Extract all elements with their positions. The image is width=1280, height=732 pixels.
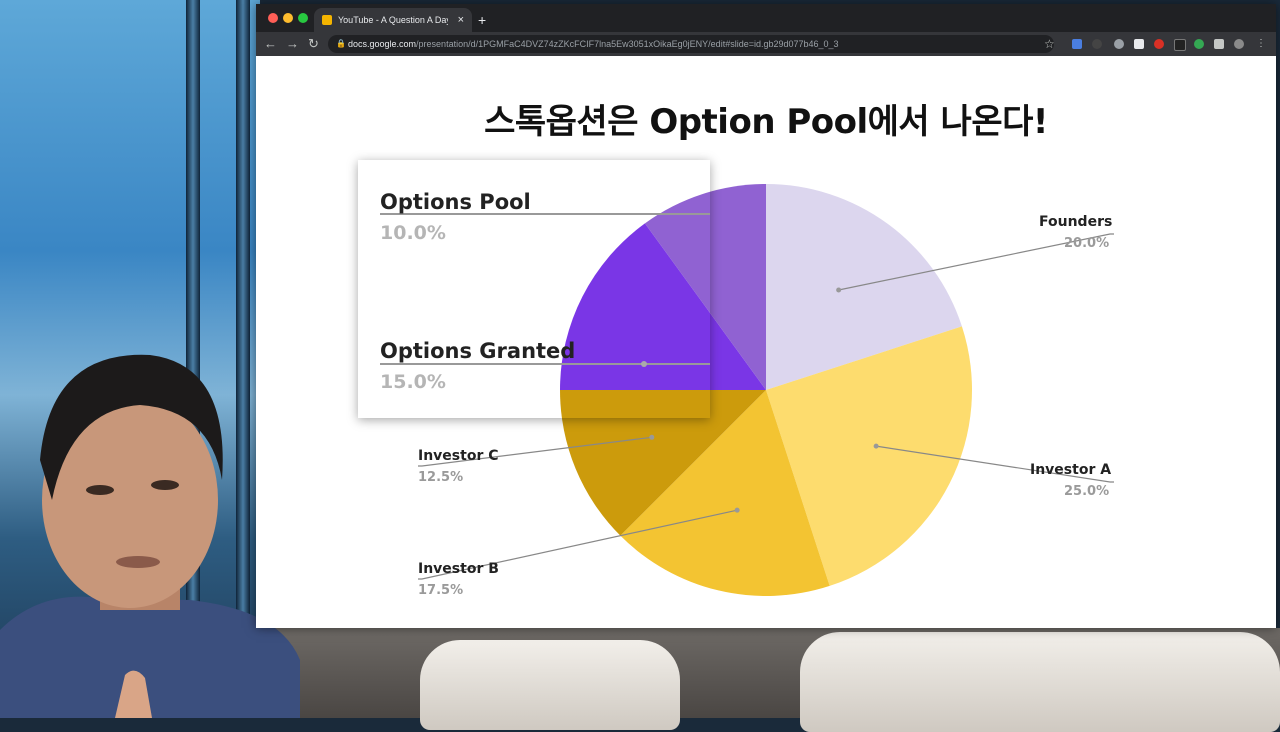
label-founders: Founders bbox=[1039, 214, 1113, 230]
extension-icon[interactable] bbox=[1194, 39, 1204, 49]
browser-window: YouTube - A Question A Day 1 × + ← → ↻ 🔒… bbox=[256, 4, 1276, 628]
tab-youtube[interactable]: YouTube - A Question A Day 1 × bbox=[314, 8, 472, 32]
lock-icon: 🔒 bbox=[336, 39, 346, 48]
avatar[interactable] bbox=[1234, 39, 1244, 49]
extension-icon[interactable] bbox=[1134, 39, 1144, 49]
maximize-window-button[interactable] bbox=[298, 13, 308, 23]
forward-button[interactable]: → bbox=[286, 32, 299, 56]
bookmark-star-icon[interactable]: ☆ bbox=[1044, 32, 1055, 56]
leader-dot-founders bbox=[836, 287, 842, 293]
tab-title: YouTube - A Question A Day 1 bbox=[338, 15, 448, 25]
tab-close-icon[interactable]: × bbox=[458, 8, 464, 32]
percent-investor-a: 25.0% bbox=[1064, 484, 1110, 499]
zoom-leader-dot bbox=[641, 361, 647, 367]
chair-image bbox=[800, 632, 1280, 732]
back-button[interactable]: ← bbox=[264, 32, 277, 56]
new-tab-button[interactable]: + bbox=[478, 8, 486, 32]
label-investor-b: Investor B bbox=[418, 561, 499, 577]
extension-icon[interactable] bbox=[1114, 39, 1124, 49]
presenter-webcam bbox=[0, 354, 300, 718]
slide-canvas: 스톡옵션은 Option Pool에서 나온다! Founders 20.0% … bbox=[256, 56, 1276, 628]
label-options-pool: Options Pool bbox=[380, 190, 531, 214]
background-room bbox=[240, 628, 1280, 732]
percent-investor-c: 12.5% bbox=[418, 470, 464, 485]
label-options-granted: Options Granted bbox=[380, 339, 576, 363]
minimize-window-button[interactable] bbox=[283, 13, 293, 23]
extension-icon[interactable] bbox=[1092, 39, 1102, 49]
address-toolbar: ← → ↻ 🔒 docs.google.com/presentation/d/1… bbox=[256, 32, 1276, 56]
zoom-callout-panel: Options Pool 10.0% Options Granted 15.0% bbox=[358, 160, 710, 418]
address-bar[interactable]: 🔒 docs.google.com/presentation/d/1PGMFaC… bbox=[328, 35, 1054, 53]
percent-options-pool: 10.0% bbox=[380, 222, 446, 244]
reload-button[interactable]: ↻ bbox=[308, 32, 319, 56]
chair-image bbox=[420, 640, 680, 730]
tab-bar: YouTube - A Question A Day 1 × + bbox=[256, 4, 1276, 32]
puzzle-icon[interactable] bbox=[1214, 39, 1224, 49]
extension-icon[interactable] bbox=[1174, 39, 1186, 51]
slides-favicon-icon bbox=[322, 15, 332, 25]
label-investor-a: Investor A bbox=[1030, 462, 1112, 478]
leader-dot-investor-c bbox=[649, 434, 655, 440]
label-investor-c: Investor C bbox=[418, 448, 499, 464]
url-host: docs.google.com bbox=[348, 39, 417, 49]
close-window-button[interactable] bbox=[268, 13, 278, 23]
leader-dot-investor-b bbox=[734, 507, 740, 513]
percent-investor-b: 17.5% bbox=[418, 583, 464, 598]
more-menu-icon[interactable]: ⋮ bbox=[1256, 39, 1266, 49]
percent-founders: 20.0% bbox=[1064, 236, 1110, 251]
leader-dot-investor-a bbox=[873, 443, 879, 449]
url-path: /presentation/d/1PGMFaC4DVZ74zZKcFCIF7ln… bbox=[416, 39, 839, 49]
percent-options-granted: 15.0% bbox=[380, 371, 446, 393]
pie-slice-investor-c bbox=[560, 390, 710, 418]
extension-icon[interactable] bbox=[1154, 39, 1164, 49]
extension-icon[interactable] bbox=[1072, 39, 1082, 49]
